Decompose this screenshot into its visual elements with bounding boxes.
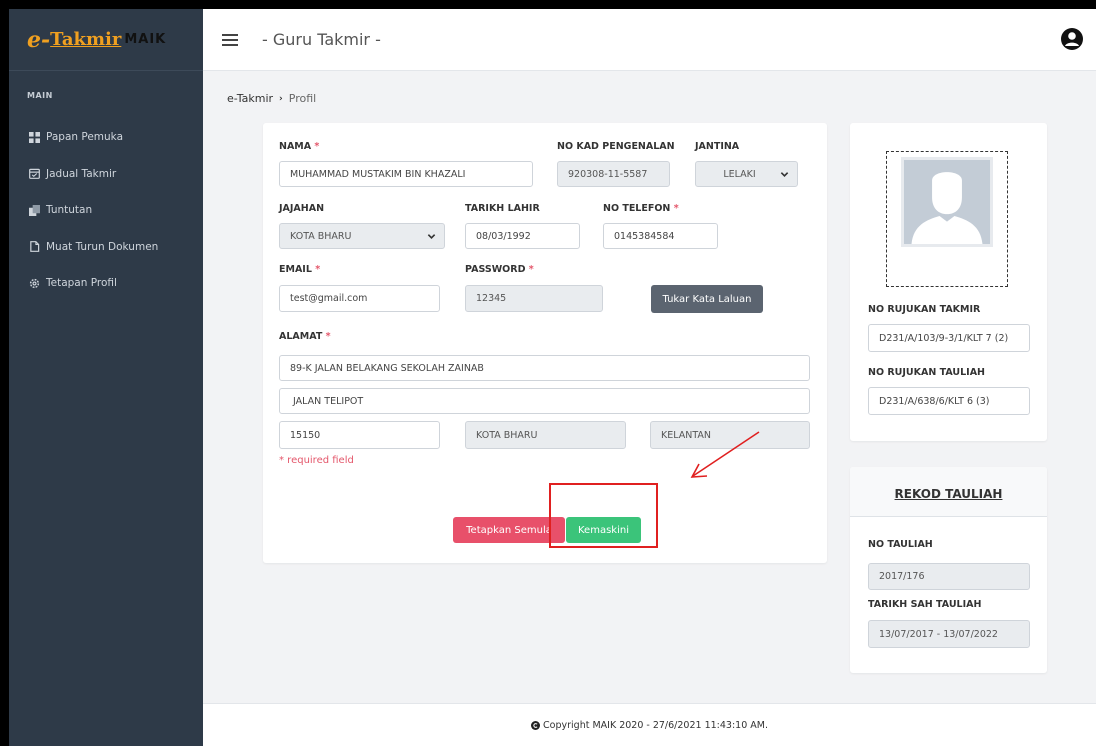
profile-form-card: NAMA * MUHAMMAD MUSTAKIM BIN KHAZALI NO … <box>263 123 827 563</box>
sidebar-section-label: MAIN <box>27 91 53 100</box>
photo-frame[interactable] <box>886 151 1008 287</box>
chevron-down-icon <box>427 234 436 239</box>
top-header: - Guru Takmir - <box>203 9 1096 71</box>
no-tauliah-label: NO TAULIAH <box>868 539 933 550</box>
no-telefon-label: NO TELEFON * <box>603 203 679 214</box>
negeri-input: KELANTAN <box>650 421 810 449</box>
poskod-input[interactable]: 15150 <box>279 421 440 449</box>
tarikh-lahir-input[interactable]: 08/03/1992 <box>465 223 580 249</box>
user-silhouette-icon <box>901 157 993 247</box>
no-rujukan-tauliah-label: NO RUJUKAN TAULIAH <box>868 367 985 378</box>
rekod-tauliah-title: REKOD TAULIAH <box>850 467 1047 517</box>
tetapkan-semula-button[interactable]: Tetapkan Semula <box>453 517 565 543</box>
sidebar-item-label: Papan Pemuka <box>46 131 124 144</box>
calendar-icon <box>27 167 41 181</box>
app-frame: e- Takmir MAIK MAIN Papan Pemuka Jadual … <box>9 9 1096 746</box>
page-title: - Guru Takmir - <box>262 30 381 49</box>
no-telefon-input[interactable]: 0145384584 <box>603 223 718 249</box>
no-kad-label: NO KAD PENGENALAN <box>557 141 675 152</box>
email-input[interactable]: test@gmail.com <box>279 285 440 312</box>
tarikh-sah-label: TARIKH SAH TAULIAH <box>868 599 982 610</box>
kemaskini-button[interactable]: Kemaskini <box>566 517 641 543</box>
bandar-input: KOTA BHARU <box>465 421 626 449</box>
logo-prefix: e- <box>27 26 51 53</box>
copyright-icon <box>531 720 541 730</box>
footer: Copyright MAIK 2020 - 27/6/2021 11:43:10… <box>203 703 1096 746</box>
breadcrumb-separator: › <box>279 93 283 104</box>
rekod-tauliah-card: REKOD TAULIAH NO TAULIAH 2017/176 TARIKH… <box>850 467 1047 673</box>
alamat-line2-input[interactable]: JALAN TELIPOT <box>279 388 810 414</box>
breadcrumb: e-Takmir › Profil <box>227 92 316 105</box>
chevron-down-icon <box>780 172 789 177</box>
tarikh-sah-input: 13/07/2017 - 13/07/2022 <box>868 620 1030 648</box>
menu-toggle-icon[interactable] <box>222 33 238 46</box>
no-rujukan-takmir-label: NO RUJUKAN TAKMIR <box>868 304 981 315</box>
alamat-line1-input[interactable]: 89-K JALAN BELAKANG SEKOLAH ZAINAB <box>279 355 810 381</box>
jajahan-label: JAJAHAN <box>279 203 325 214</box>
jajahan-select[interactable]: KOTA BHARU <box>279 223 445 249</box>
copy-icon <box>27 203 41 217</box>
password-input: 12345 <box>465 285 603 312</box>
jantina-label: JANTINA <box>695 141 740 152</box>
footer-text: Copyright MAIK 2020 - 27/6/2021 11:43:10… <box>543 719 768 731</box>
sidebar-item-label: Tuntutan <box>46 204 93 217</box>
logo-suffix: MAIK <box>124 32 167 47</box>
required-field-note: * required field <box>279 455 354 466</box>
logo-name: Takmir <box>50 29 122 50</box>
sidebar-item-label: Tetapan Profil <box>46 277 117 290</box>
breadcrumb-root[interactable]: e-Takmir <box>227 92 273 105</box>
sidebar-item-jadual-takmir[interactable]: Jadual Takmir <box>9 156 203 193</box>
alamat-label: ALAMAT * <box>279 331 331 342</box>
sidebar: e- Takmir MAIK MAIN Papan Pemuka Jadual … <box>9 9 203 746</box>
sidebar-item-label: Jadual Takmir <box>46 167 117 180</box>
sidebar-item-tetapan-profil[interactable]: Tetapan Profil <box>9 265 203 302</box>
no-rujukan-tauliah-input[interactable]: D231/A/638/6/KLT 6 (3) <box>868 387 1030 415</box>
sidebar-item-papan-pemuka[interactable]: Papan Pemuka <box>9 119 203 156</box>
document-icon <box>27 240 41 254</box>
password-label: PASSWORD * <box>465 264 534 275</box>
jantina-value: LELAKI <box>723 168 756 180</box>
no-tauliah-input: 2017/176 <box>868 563 1030 590</box>
nama-input[interactable]: MUHAMMAD MUSTAKIM BIN KHAZALI <box>279 161 533 187</box>
email-label: EMAIL * <box>279 264 321 275</box>
no-rujukan-takmir-input[interactable]: D231/A/103/9-3/1/KLT 7 (2) <box>868 324 1030 352</box>
nama-label: NAMA * <box>279 141 320 152</box>
logo[interactable]: e- Takmir MAIK <box>9 9 203 71</box>
gear-icon <box>27 276 41 290</box>
tarikh-lahir-label: TARIKH LAHIR <box>465 203 540 214</box>
dashboard-icon <box>27 130 41 144</box>
sidebar-item-muat-turun-dokumen[interactable]: Muat Turun Dokumen <box>9 229 203 266</box>
no-kad-input: 920308-11-5587 <box>557 161 670 187</box>
user-circle-icon[interactable] <box>1060 27 1084 51</box>
sidebar-item-tuntutan[interactable]: Tuntutan <box>9 192 203 229</box>
breadcrumb-current: Profil <box>288 92 317 105</box>
profile-photo-card: NO RUJUKAN TAKMIR D231/A/103/9-3/1/KLT 7… <box>850 123 1047 441</box>
tukar-kata-laluan-button[interactable]: Tukar Kata Laluan <box>651 285 763 313</box>
sidebar-item-label: Muat Turun Dokumen <box>46 240 159 253</box>
jantina-select[interactable]: LELAKI <box>695 161 798 187</box>
jajahan-value: KOTA BHARU <box>290 230 352 242</box>
